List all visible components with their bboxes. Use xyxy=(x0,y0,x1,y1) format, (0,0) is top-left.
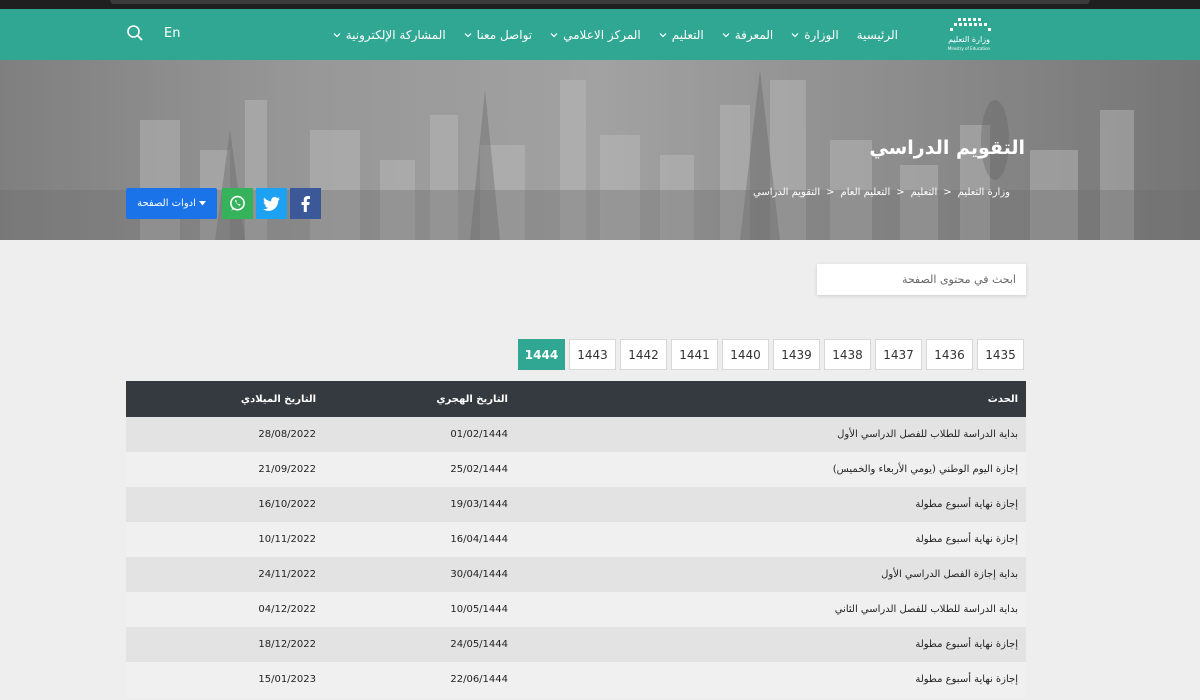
cell-event: بداية إجازة الفصل الدراسي الأول xyxy=(881,569,1018,580)
caret-down-icon xyxy=(198,201,206,206)
nav-item-contact[interactable]: تواصل معنا xyxy=(464,28,532,42)
nav-item-home[interactable]: الرئيسية xyxy=(857,28,898,42)
table-row: 18/12/2022 24/05/1444 إجازة نهاية أسبوع … xyxy=(126,627,1026,662)
breadcrumb-item-current: التقويم الدراسي xyxy=(753,187,821,198)
year-tab-1442[interactable]: 1442 xyxy=(620,339,667,370)
calendar-table: التاريخ الميلادي التاريخ الهجري الحدث 28… xyxy=(126,381,1026,697)
breadcrumb-separator: > xyxy=(896,187,905,198)
header-event: الحدث xyxy=(987,393,1018,405)
cell-event: إجازة نهاية أسبوع مطولة xyxy=(915,639,1018,650)
nav-item-e-participation[interactable]: المشاركة الإلكترونية xyxy=(333,28,446,42)
language-toggle[interactable]: En xyxy=(164,26,180,41)
cell-event: إجازة اليوم الوطني (يومي الأربعاء والخمي… xyxy=(832,464,1018,475)
page-title: التقويم الدراسي xyxy=(869,137,1025,159)
cell-hijri: 24/05/1444 xyxy=(450,639,508,650)
table-row: 16/10/2022 19/03/1444 إجازة نهاية أسبوع … xyxy=(126,487,1026,522)
twitter-icon xyxy=(263,196,280,211)
chevron-down-icon xyxy=(659,32,667,37)
chevron-down-icon xyxy=(722,32,730,37)
main-navbar: وزارة التعليم Ministry of Education الرئ… xyxy=(0,9,1200,60)
cell-event: بداية الدراسة للطلاب للفصل الدراسي الأول xyxy=(837,429,1018,440)
chevron-down-icon xyxy=(333,32,341,37)
facebook-icon xyxy=(301,195,310,212)
chevron-down-icon xyxy=(464,32,472,37)
breadcrumb-separator: > xyxy=(943,187,952,198)
facebook-share-button[interactable] xyxy=(290,188,321,219)
nav-item-label: الوزارة xyxy=(804,27,839,42)
table-row: 10/11/2022 16/04/1444 إجازة نهاية أسبوع … xyxy=(126,522,1026,557)
table-row: 28/08/2022 01/02/1444 بداية الدراسة للطل… xyxy=(126,417,1026,452)
cell-hijri: 30/04/1444 xyxy=(450,569,508,580)
cell-event: إجازة نهاية أسبوع مطولة xyxy=(915,534,1018,545)
whatsapp-icon xyxy=(230,195,245,211)
logo-subtext: Ministry of Education xyxy=(948,46,991,51)
search-icon[interactable] xyxy=(126,24,144,42)
year-tab-1441[interactable]: 1441 xyxy=(671,339,718,370)
cell-gregorian: 15/01/2023 xyxy=(258,674,316,685)
chevron-down-icon xyxy=(550,32,558,37)
ministry-logo[interactable]: وزارة التعليم Ministry of Education xyxy=(932,15,1006,53)
nav-item-media-center[interactable]: المركز الاعلامي xyxy=(550,28,641,42)
breadcrumb-item-education[interactable]: التعليم xyxy=(911,187,938,198)
nav-item-label: الرئيسية xyxy=(856,27,898,42)
breadcrumb-item-ministry[interactable]: وزارة التعليم xyxy=(958,187,1010,198)
cell-event: بداية الدراسة للطلاب للفصل الدراسي الثان… xyxy=(834,604,1018,615)
cell-gregorian: 24/11/2022 xyxy=(258,569,316,580)
header-hijri-date: التاريخ الهجري xyxy=(436,393,508,405)
cell-gregorian: 18/12/2022 xyxy=(258,639,316,650)
cell-hijri: 19/03/1444 xyxy=(450,499,508,510)
cell-hijri: 01/02/1444 xyxy=(450,429,508,440)
cell-hijri: 22/06/1444 xyxy=(450,674,508,685)
table-header-row: التاريخ الميلادي التاريخ الهجري الحدث xyxy=(126,381,1026,417)
whatsapp-share-button[interactable] xyxy=(222,188,253,219)
nav-item-label: التعليم xyxy=(671,27,704,42)
year-tab-1444[interactable]: 1444 xyxy=(518,339,565,370)
cell-event: إجازة نهاية أسبوع مطولة xyxy=(915,499,1018,510)
nav-item-ministry[interactable]: الوزارة xyxy=(791,27,839,42)
year-tab-1440[interactable]: 1440 xyxy=(722,339,769,370)
year-tabs: 1435 1436 1437 1438 1439 1440 1441 1442 … xyxy=(518,339,1024,370)
year-tab-1435[interactable]: 1435 xyxy=(977,339,1024,370)
year-tab-1443[interactable]: 1443 xyxy=(569,339,616,370)
main-menu: الرئيسية الوزارة المعرفة التعليم المركز … xyxy=(333,9,898,60)
breadcrumb-separator: > xyxy=(826,187,835,198)
cell-gregorian: 16/10/2022 xyxy=(258,499,316,510)
table-row: 24/11/2022 30/04/1444 بداية إجازة الفصل … xyxy=(126,557,1026,592)
nav-item-education[interactable]: التعليم xyxy=(659,28,704,42)
cell-hijri: 25/02/1444 xyxy=(450,464,508,475)
chevron-down-icon xyxy=(791,32,799,37)
breadcrumb-item-general-education[interactable]: التعليم العام xyxy=(841,187,891,198)
breadcrumb: وزارة التعليم > التعليم > التعليم العام … xyxy=(753,187,1010,198)
header-gregorian-date: التاريخ الميلادي xyxy=(240,393,316,405)
nav-item-label: تواصل معنا xyxy=(476,27,533,42)
year-tab-1438[interactable]: 1438 xyxy=(824,339,871,370)
year-tab-1439[interactable]: 1439 xyxy=(773,339,820,370)
nav-item-label: المشاركة الإلكترونية xyxy=(345,27,446,42)
browser-top-strip xyxy=(0,0,1200,9)
table-row: 21/09/2022 25/02/1444 إجازة اليوم الوطني… xyxy=(126,452,1026,487)
page-tools-dropdown[interactable]: ادوات الصفحة xyxy=(126,188,217,219)
cell-event: إجازة نهاية أسبوع مطولة xyxy=(915,674,1018,685)
nav-item-label: المعرفة xyxy=(734,27,774,42)
cell-hijri: 10/05/1444 xyxy=(450,604,508,615)
nav-item-knowledge[interactable]: المعرفة xyxy=(722,27,774,42)
table-row: 15/01/2023 22/06/1444 إجازة نهاية أسبوع … xyxy=(126,662,1026,697)
cell-hijri: 16/04/1444 xyxy=(450,534,508,545)
logo-text: وزارة التعليم xyxy=(948,35,990,44)
year-tab-1437[interactable]: 1437 xyxy=(875,339,922,370)
calendar-table-container: التاريخ الميلادي التاريخ الهجري الحدث 28… xyxy=(126,381,1026,697)
cell-gregorian: 04/12/2022 xyxy=(258,604,316,615)
cell-gregorian: 10/11/2022 xyxy=(258,534,316,545)
table-row: 04/12/2022 10/05/1444 بداية الدراسة للطل… xyxy=(126,592,1026,627)
nav-item-label: المركز الاعلامي xyxy=(563,27,641,42)
cell-gregorian: 28/08/2022 xyxy=(258,429,316,440)
page-tools-label: ادوات الصفحة xyxy=(137,198,196,209)
twitter-share-button[interactable] xyxy=(256,188,287,219)
page-content-search-input[interactable] xyxy=(817,264,1026,295)
page-hero: التقويم الدراسي وزارة التعليم > التعليم … xyxy=(0,60,1200,240)
cell-gregorian: 21/09/2022 xyxy=(258,464,316,475)
year-tab-1436[interactable]: 1436 xyxy=(926,339,973,370)
